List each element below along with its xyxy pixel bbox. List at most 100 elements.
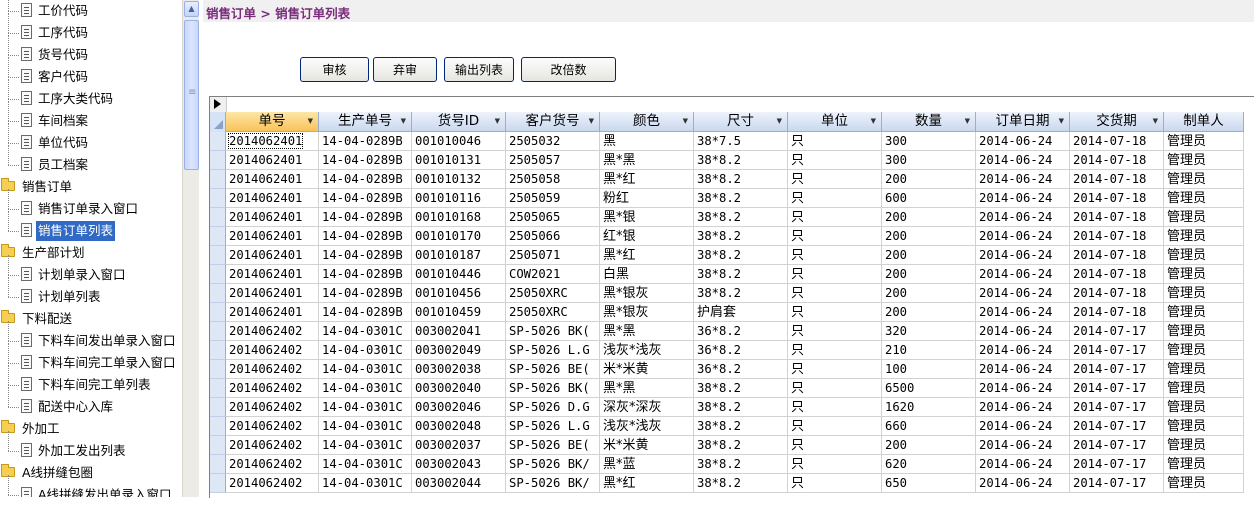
table-cell[interactable]: 14-04-0289B — [319, 151, 412, 170]
table-cell[interactable]: 2014-06-24 — [976, 208, 1070, 227]
table-cell[interactable]: 2014062402 — [226, 474, 319, 493]
table-cell[interactable]: 2014-06-24 — [976, 474, 1070, 493]
table-cell[interactable]: SP-5026 BK( — [506, 322, 600, 341]
table-cell[interactable]: 001010459 — [412, 303, 506, 322]
filter-dropdown-icon[interactable]: ▼ — [308, 112, 313, 131]
table-cell[interactable]: 2014-06-24 — [976, 398, 1070, 417]
table-cell[interactable]: 只 — [788, 246, 882, 265]
table-cell[interactable]: 黑*银灰 — [600, 303, 694, 322]
filter-dropdown-icon[interactable]: ▼ — [871, 112, 876, 131]
table-cell[interactable]: 管理员 — [1164, 379, 1244, 398]
table-cell[interactable]: 200 — [882, 303, 976, 322]
table-cell[interactable]: 2014-07-18 — [1070, 132, 1164, 151]
table-row[interactable]: 2014062402 14-04-0301C 003002048 SP-5026 L.… — [210, 417, 1254, 436]
table-row[interactable]: 2014062402 14-04-0301C 003002043 SP-5026 BK… — [210, 455, 1254, 474]
table-cell[interactable]: 2014-06-24 — [976, 227, 1070, 246]
table-cell[interactable]: 浅灰*浅灰 — [600, 341, 694, 360]
table-cell[interactable]: 003002046 — [412, 398, 506, 417]
table-cell[interactable]: SP-5026 BK( — [506, 379, 600, 398]
table-cell[interactable]: 2014-07-18 — [1070, 208, 1164, 227]
row-selector[interactable] — [210, 265, 226, 284]
table-cell[interactable]: 210 — [882, 341, 976, 360]
table-cell[interactable]: 200 — [882, 436, 976, 455]
table-cell[interactable]: 只 — [788, 303, 882, 322]
table-cell[interactable]: 36*8.2 — [694, 360, 788, 379]
row-selector[interactable] — [210, 417, 226, 436]
table-cell[interactable]: 2014-07-17 — [1070, 322, 1164, 341]
table-cell[interactable]: 001010131 — [412, 151, 506, 170]
table-cell[interactable]: 只 — [788, 398, 882, 417]
row-selector[interactable] — [210, 379, 226, 398]
table-cell[interactable]: 管理员 — [1164, 322, 1244, 341]
table-cell[interactable]: 14-04-0301C — [319, 398, 412, 417]
table-cell[interactable]: 管理员 — [1164, 265, 1244, 284]
table-cell[interactable]: 2014-07-17 — [1070, 474, 1164, 493]
table-cell[interactable]: 38*8.2 — [694, 151, 788, 170]
table-cell[interactable]: 2014062401 — [226, 189, 319, 208]
row-selector[interactable] — [210, 208, 226, 227]
tree-scrollbar[interactable]: ▲ — [182, 0, 199, 497]
table-cell[interactable]: SP-5026 BE( — [506, 436, 600, 455]
table-cell[interactable]: 2014-06-24 — [976, 189, 1070, 208]
table-cell[interactable]: 管理员 — [1164, 417, 1244, 436]
table-cell[interactable]: 管理员 — [1164, 398, 1244, 417]
table-cell[interactable]: 2014062402 — [226, 455, 319, 474]
table-cell[interactable]: 14-04-0289B — [319, 284, 412, 303]
table-cell[interactable]: 2014-07-17 — [1070, 341, 1164, 360]
table-cell[interactable]: 2505058 — [506, 170, 600, 189]
table-cell[interactable]: 36*8.2 — [694, 322, 788, 341]
unapprove-button[interactable]: 弃审 — [373, 57, 437, 82]
table-cell[interactable]: 38*8.2 — [694, 265, 788, 284]
column-header[interactable]: 订单日期 ▼ — [976, 112, 1070, 132]
row-selector[interactable] — [210, 341, 226, 360]
filter-dropdown-icon[interactable]: ▼ — [777, 112, 782, 131]
table-cell[interactable]: 2014-06-24 — [976, 322, 1070, 341]
table-cell[interactable]: 只 — [788, 455, 882, 474]
table-cell[interactable]: 2505066 — [506, 227, 600, 246]
row-selector[interactable] — [210, 246, 226, 265]
scrollbar-thumb[interactable] — [184, 20, 199, 170]
change-multiple-button[interactable]: 改倍数 — [521, 57, 616, 82]
table-cell[interactable]: 只 — [788, 436, 882, 455]
table-cell[interactable]: 14-04-0289B — [319, 303, 412, 322]
row-selector[interactable] — [210, 360, 226, 379]
table-cell[interactable]: 管理员 — [1164, 151, 1244, 170]
table-cell[interactable]: 38*8.2 — [694, 398, 788, 417]
filter-dropdown-icon[interactable]: ▼ — [401, 112, 406, 131]
table-cell[interactable]: 650 — [882, 474, 976, 493]
table-cell[interactable]: 2014-06-24 — [976, 303, 1070, 322]
table-cell[interactable]: 36*8.2 — [694, 341, 788, 360]
table-cell[interactable]: 14-04-0289B — [319, 189, 412, 208]
table-row[interactable]: 2014062402 14-04-0301C 003002046 SP-5026 D.… — [210, 398, 1254, 417]
table-row[interactable]: 2014062401 14-04-0289B 001010446 COW2021 白黑 3… — [210, 265, 1254, 284]
table-cell[interactable]: 2014-07-17 — [1070, 436, 1164, 455]
table-cell[interactable]: 38*8.2 — [694, 189, 788, 208]
table-row[interactable]: 2014062401 14-04-0289B 001010187 2505071 黑*红… — [210, 246, 1254, 265]
row-selector[interactable] — [210, 170, 226, 189]
table-cell[interactable]: 2505071 — [506, 246, 600, 265]
table-cell[interactable]: 2014-06-24 — [976, 436, 1070, 455]
column-header[interactable]: 货号ID ▼ — [412, 112, 506, 132]
table-cell[interactable]: 管理员 — [1164, 474, 1244, 493]
table-cell[interactable]: 2014-07-18 — [1070, 284, 1164, 303]
table-row[interactable]: 2014062402 14-04-0301C 003002037 SP-5026 BE… — [210, 436, 1254, 455]
table-cell[interactable]: 25050XRC — [506, 303, 600, 322]
table-cell[interactable]: 2014-06-24 — [976, 246, 1070, 265]
table-cell[interactable]: 只 — [788, 379, 882, 398]
table-cell[interactable]: 2014-07-17 — [1070, 360, 1164, 379]
table-cell[interactable]: 25050XRC — [506, 284, 600, 303]
column-header[interactable]: 制单人 — [1164, 112, 1244, 132]
table-cell[interactable]: 001010168 — [412, 208, 506, 227]
table-cell[interactable]: 660 — [882, 417, 976, 436]
table-cell[interactable]: 14-04-0289B — [319, 132, 412, 151]
filter-dropdown-icon[interactable]: ▼ — [1153, 112, 1158, 131]
table-cell[interactable]: 38*7.5 — [694, 132, 788, 151]
table-cell[interactable]: 2014-06-24 — [976, 379, 1070, 398]
table-cell[interactable]: 2014-07-18 — [1070, 151, 1164, 170]
column-header[interactable]: 数量 ▼ — [882, 112, 976, 132]
table-cell[interactable]: 14-04-0301C — [319, 436, 412, 455]
table-cell[interactable]: 2014-07-18 — [1070, 189, 1164, 208]
table-cell[interactable]: SP-5026 BK/ — [506, 455, 600, 474]
table-cell[interactable]: 只 — [788, 189, 882, 208]
table-cell[interactable]: 只 — [788, 284, 882, 303]
